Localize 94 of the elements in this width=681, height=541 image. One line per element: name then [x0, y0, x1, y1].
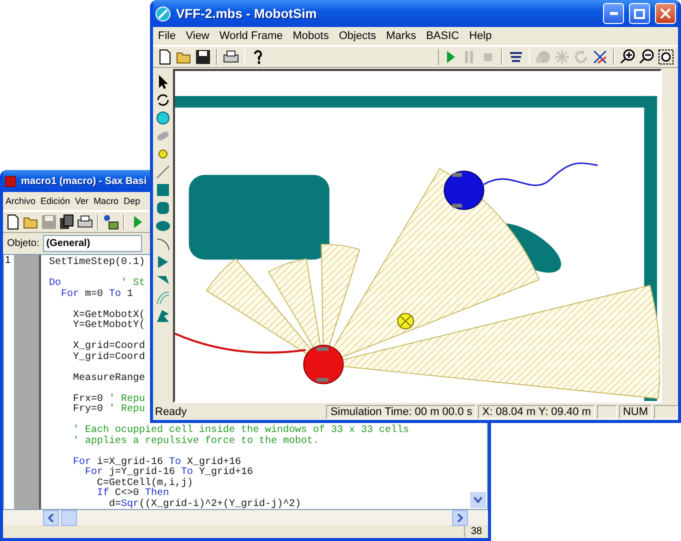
script-icon: [508, 49, 524, 65]
line-count: 38: [464, 526, 488, 537]
menu-item[interactable]: World Frame: [214, 30, 288, 42]
minimize-icon: [610, 12, 618, 15]
code-line: Fry=0 ' Repu: [72, 405, 146, 416]
object-label: Objeto:: [7, 238, 40, 249]
toolbar-button[interactable]: [5, 214, 21, 230]
printer-icon: [77, 214, 93, 230]
robot: [444, 170, 484, 210]
rotate-icon[interactable]: [155, 92, 171, 108]
new-file-icon: [157, 49, 173, 65]
toolbar-button[interactable]: [59, 214, 75, 230]
status-panel: [654, 404, 678, 418]
ellipse-tool-icon[interactable]: [155, 218, 171, 234]
window-title: VFF-2.mbs - MobotSim: [176, 6, 317, 21]
menu-item[interactable]: View: [180, 30, 214, 42]
toolbar-button[interactable]: [658, 49, 674, 65]
printer-icon: [222, 49, 239, 65]
maximize-button[interactable]: [629, 3, 650, 24]
scroll-down-button[interactable]: [469, 491, 487, 509]
code-line: Y=GetMobotY(: [72, 321, 146, 332]
chevron-down-icon: [474, 497, 482, 503]
menu-item[interactable]: Archivo: [3, 196, 38, 206]
toolbar-button[interactable]: [222, 49, 239, 65]
code-line: X_grid=Coord: [72, 340, 146, 352]
num-lock-indicator: NUM: [618, 404, 652, 418]
window-title: macro1 (macro) - Sax Basi: [21, 176, 147, 186]
menu-item[interactable]: Help: [464, 30, 497, 42]
stacked-pages-icon: [59, 214, 75, 230]
axes-icon: [592, 49, 608, 65]
zoom-out-icon: [639, 49, 655, 65]
new-file-icon: [5, 214, 21, 230]
starburst-icon: [554, 49, 570, 65]
scroll-right-button[interactable]: [452, 510, 468, 526]
code-line: C=GetCell(m,i,j): [96, 478, 194, 488]
zoom-fit-icon: [658, 49, 674, 65]
menu-item[interactable]: Objects: [334, 30, 382, 42]
object-dropdown[interactable]: (General): [43, 235, 142, 252]
app-icon: [5, 176, 16, 186]
toolbar-button[interactable]: [77, 214, 93, 230]
menu-item[interactable]: Ver: [72, 196, 92, 206]
shape-icon: [535, 49, 552, 65]
line-number: 1: [4, 255, 12, 268]
code-line: For i=X_grid-16 To X_grid+16: [72, 456, 242, 468]
line-tool-icon[interactable]: [155, 164, 171, 180]
toolbar-button[interactable]: [195, 49, 211, 65]
app-icon: [155, 6, 171, 22]
polygon-tool-icon[interactable]: [155, 308, 171, 324]
cursor-position: X: 08.04 m Y: 09.40 m: [478, 404, 595, 418]
code-line: For j=Y_grid-16 To Y_grid+16: [84, 468, 254, 478]
chevron-right-icon: [457, 514, 463, 522]
code-line: For m=0 To 1: [60, 290, 134, 300]
close-button[interactable]: [655, 3, 676, 24]
toolbar-button[interactable]: [639, 49, 655, 65]
code-line: ' applies a repulsive force to the mobot.: [72, 436, 320, 447]
toolbar-button[interactable]: [103, 214, 119, 230]
scroll-left-button[interactable]: [43, 510, 59, 526]
rotate-icon: [573, 49, 590, 65]
code-line: If C<>0 Then: [96, 489, 170, 499]
menu-item[interactable]: Mobots: [288, 30, 334, 42]
status-message: Ready: [155, 406, 188, 418]
toolbar-button[interactable]: [508, 49, 524, 65]
minimize-button[interactable]: [603, 3, 624, 24]
menu-item[interactable]: File: [153, 30, 181, 42]
menu-item[interactable]: Marks: [381, 30, 422, 42]
close-icon: [660, 8, 671, 19]
robot: [303, 344, 344, 384]
menu-item[interactable]: Edición: [38, 196, 73, 206]
toolbar-button[interactable]: [620, 49, 636, 65]
toolbar-button[interactable]: [157, 49, 173, 65]
chevron-left-icon: [48, 514, 54, 522]
code-line: d=Sqr((X_grid-i)^2+(Y_grid-j)^2): [108, 500, 302, 509]
code-line: ' Each ocuppied cell inside the windows of 33 x 33 cells: [72, 424, 410, 436]
menu-item[interactable]: Dep: [121, 196, 143, 206]
code-line: X=GetMobotX(: [72, 308, 146, 320]
code-line: SetTimeStep(0.1): [49, 258, 146, 268]
robot-icon[interactable]: [155, 110, 171, 126]
menu-item[interactable]: BASIC: [421, 30, 464, 42]
arc-tool-icon[interactable]: [155, 236, 171, 252]
code-line: Y_grid=Coord: [72, 352, 146, 363]
maximize-icon: [634, 8, 645, 18]
scroll-thumb[interactable]: [61, 510, 77, 526]
rounded-rectangle-tool-icon[interactable]: [155, 200, 171, 216]
status-panel: [596, 404, 617, 418]
toolbar-button[interactable]: [592, 49, 608, 65]
zoom-in-icon: [620, 49, 636, 65]
menu-item[interactable]: Macro: [91, 196, 122, 206]
code-line: Do ' St: [49, 276, 146, 289]
target-marker: [397, 312, 414, 330]
code-line: MeasureRange: [72, 372, 146, 384]
code-line: Frx=0 ' Repu: [72, 392, 146, 404]
rectangle-tool-icon[interactable]: [155, 182, 171, 198]
simulation-time: Simulation Time: 00 m 00.0 s: [326, 404, 476, 418]
objects-icon: [103, 214, 119, 230]
